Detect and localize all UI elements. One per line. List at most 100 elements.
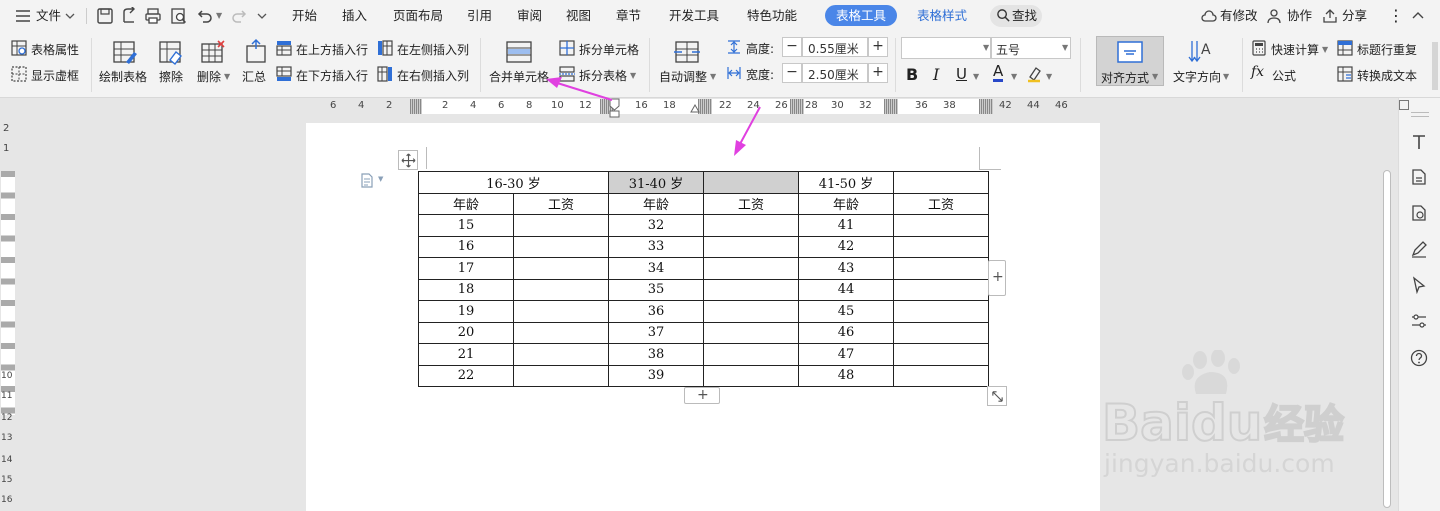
- table-properties-button[interactable]: 表格属性: [31, 41, 79, 58]
- add-row-button[interactable]: +: [684, 387, 720, 404]
- table-cell[interactable]: [893, 364, 990, 387]
- underline-dropdown-icon[interactable]: ▼: [973, 72, 979, 81]
- table-cell[interactable]: 36: [608, 300, 705, 323]
- document-icon[interactable]: [360, 173, 374, 188]
- tab-table-tools[interactable]: 表格工具: [825, 5, 898, 26]
- insert-row-below-button[interactable]: 在下方插入行: [296, 67, 368, 84]
- table-move-handle[interactable]: [398, 150, 418, 170]
- show-grid-button[interactable]: 显示虚框: [31, 67, 79, 84]
- undo-icon[interactable]: [196, 7, 214, 25]
- data-table[interactable]: 16-30 岁 31-40 岁 41-50 岁 年龄 工资 年龄 工资 年龄 工…: [417, 171, 990, 387]
- table-cell[interactable]: [703, 214, 800, 237]
- document-dropdown-icon[interactable]: ▼: [378, 175, 383, 183]
- collaborate-button[interactable]: 协作: [1287, 0, 1312, 32]
- table-cell[interactable]: 32: [608, 214, 705, 237]
- hamburger-icon[interactable]: [14, 7, 32, 25]
- table-cell[interactable]: 工资: [893, 192, 990, 215]
- sidebar-toggle-icon[interactable]: [1399, 100, 1409, 110]
- document-check-icon[interactable]: [1410, 204, 1428, 222]
- delete-button[interactable]: 删除: [197, 68, 221, 85]
- auto-fit-button[interactable]: 自动调整: [659, 68, 707, 85]
- save-icon[interactable]: [96, 7, 114, 25]
- table-cell[interactable]: [703, 300, 800, 323]
- table-cell[interactable]: [512, 364, 610, 387]
- undo-dropdown-icon[interactable]: ▼: [216, 0, 222, 32]
- ribbon-scroll-handle[interactable]: [1432, 42, 1438, 90]
- table-cell[interactable]: 年龄: [418, 192, 514, 215]
- table-cell[interactable]: 年龄: [798, 192, 895, 215]
- sliders-icon[interactable]: [1410, 312, 1428, 330]
- table-cell[interactable]: 48: [798, 364, 895, 387]
- print-preview-icon[interactable]: [170, 7, 188, 25]
- highlight-dropdown-icon[interactable]: ▼: [1046, 72, 1052, 81]
- tab-page-layout[interactable]: 页面布局: [393, 0, 443, 32]
- height-increase-button[interactable]: +: [868, 37, 888, 57]
- table-cell[interactable]: 工资: [703, 192, 800, 215]
- table-cell[interactable]: 15: [418, 214, 514, 237]
- table-resize-handle[interactable]: [987, 386, 1007, 406]
- horizontal-ruler[interactable]: 6 4 2 2 4 6 8 10 12 16 18 22 24 26 28 30…: [0, 98, 1440, 118]
- table-cell[interactable]: [703, 321, 800, 344]
- table-cell[interactable]: 21: [418, 343, 514, 366]
- table-cell[interactable]: [512, 343, 610, 366]
- table-cell[interactable]: 42: [798, 235, 895, 258]
- table-cell[interactable]: [512, 257, 610, 280]
- tab-features[interactable]: 特色功能: [747, 0, 797, 32]
- width-increase-button[interactable]: +: [868, 63, 888, 83]
- summary-button[interactable]: 汇总: [242, 68, 266, 85]
- print-icon[interactable]: [144, 7, 162, 25]
- delete-dropdown-icon[interactable]: ▼: [224, 72, 230, 81]
- table-cell[interactable]: [703, 235, 800, 258]
- more-icon[interactable]: ⋮: [1388, 0, 1404, 32]
- table-cell[interactable]: 35: [608, 278, 705, 301]
- collapse-ribbon-icon[interactable]: [1411, 10, 1425, 22]
- ruler-column-marker[interactable]: [884, 99, 898, 114]
- table-cell[interactable]: [512, 214, 610, 237]
- table-cell[interactable]: [512, 278, 610, 301]
- table-cell[interactable]: [703, 364, 800, 387]
- table-cell[interactable]: 43: [798, 257, 895, 280]
- convert-to-text-button[interactable]: 转换成文本: [1357, 67, 1417, 84]
- ruler-column-marker[interactable]: [410, 99, 422, 114]
- table-cell[interactable]: 19: [418, 300, 514, 323]
- table-cell[interactable]: 工资: [512, 192, 610, 215]
- italic-button[interactable]: I: [933, 65, 939, 84]
- table-cell[interactable]: [512, 235, 610, 258]
- tab-chapter[interactable]: 章节: [616, 0, 641, 32]
- highlight-icon[interactable]: [1026, 65, 1044, 83]
- auto-fit-dropdown-icon[interactable]: ▼: [710, 72, 716, 81]
- text-direction-dropdown-icon[interactable]: ▼: [1223, 72, 1229, 81]
- formula-button[interactable]: 公式: [1272, 67, 1296, 84]
- help-icon[interactable]: [1410, 349, 1428, 367]
- table-cell[interactable]: [703, 257, 800, 280]
- table-cell[interactable]: [703, 343, 800, 366]
- scrollbar-thumb[interactable]: [1383, 170, 1391, 508]
- table-cell[interactable]: 17: [418, 257, 514, 280]
- font-color-button[interactable]: A: [993, 63, 1004, 82]
- export-icon[interactable]: [120, 7, 138, 25]
- table-cell[interactable]: [703, 278, 800, 301]
- tab-references[interactable]: 引用: [467, 0, 492, 32]
- underline-button[interactable]: U: [956, 65, 967, 83]
- share-button[interactable]: 分享: [1342, 0, 1367, 32]
- table-cell[interactable]: [893, 214, 990, 237]
- font-color-dropdown-icon[interactable]: ▼: [1011, 72, 1017, 81]
- insert-column-left-button[interactable]: 在左侧插入列: [397, 41, 469, 58]
- table-cell[interactable]: 44: [798, 278, 895, 301]
- table-cell[interactable]: 46: [798, 321, 895, 344]
- pen-icon[interactable]: [1410, 240, 1428, 258]
- table-cell[interactable]: 47: [798, 343, 895, 366]
- vertical-scrollbar[interactable]: [1380, 115, 1394, 511]
- table-cell[interactable]: 16-30 岁: [417, 171, 610, 194]
- ruler-indent-marker[interactable]: [690, 103, 700, 113]
- table-cell[interactable]: 45: [798, 300, 895, 323]
- draw-table-button[interactable]: 绘制表格: [99, 68, 147, 85]
- split-cells-button[interactable]: 拆分单元格: [579, 41, 639, 58]
- table-cell[interactable]: 20: [418, 321, 514, 344]
- add-column-button[interactable]: +: [988, 260, 1006, 296]
- table-cell[interactable]: 39: [608, 364, 705, 387]
- font-size-dropdown-icon[interactable]: ▼: [1062, 43, 1068, 52]
- document-settings-icon[interactable]: [1410, 168, 1428, 186]
- vertical-ruler[interactable]: 2 1 10 11 12 13 14 15 16: [0, 115, 16, 511]
- customize-chevron-icon[interactable]: [256, 10, 268, 22]
